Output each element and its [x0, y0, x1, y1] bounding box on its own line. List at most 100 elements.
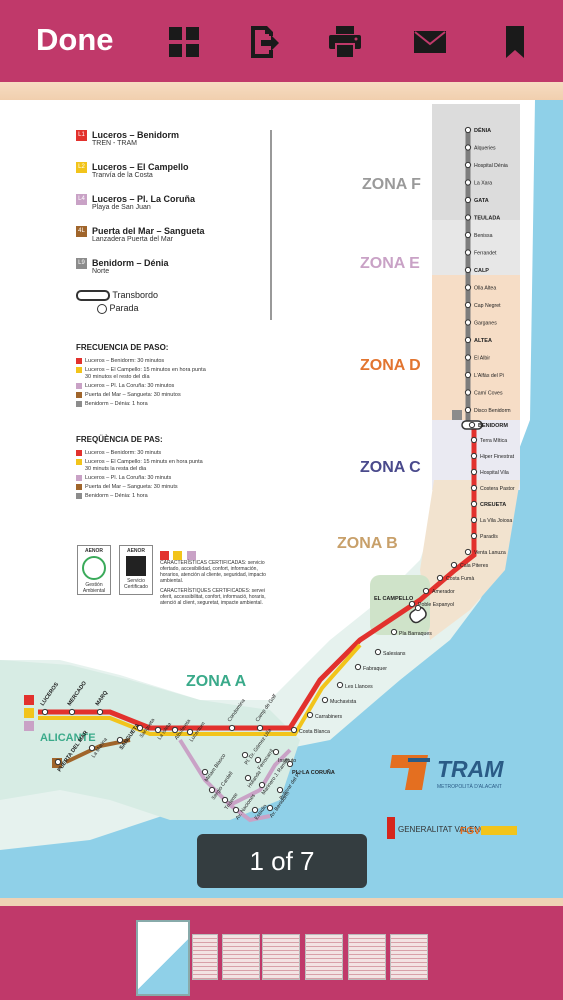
station-label: EL CAMPELLO — [374, 596, 414, 602]
station-label: L'Alfàs del Pi — [474, 373, 504, 379]
line-subtitle: Lanzadera Puerta del Mar — [92, 236, 173, 243]
line-badge: L9 — [76, 258, 87, 269]
station-label: Costa Fumà — [446, 576, 474, 582]
station-dot — [390, 628, 398, 636]
station-label: Ferrandet — [474, 251, 497, 257]
station-label: Costa Blanca — [299, 729, 330, 735]
legend: L1 Luceros – Benidorm TREN - TRAM L2 Luceros… — [76, 130, 266, 290]
station-label: TEULADA — [474, 216, 500, 222]
print-icon[interactable] — [327, 24, 363, 60]
station-label: CALP — [474, 268, 489, 274]
station-label: GATA — [474, 198, 489, 204]
page-indicator: 1 of 7 — [197, 834, 367, 888]
station-label: Garganes — [474, 321, 497, 327]
transbordo-row: Transbordo — [76, 290, 159, 302]
station-dot — [422, 587, 430, 595]
frequency-title: FRECUENCIA DE PASO: — [76, 343, 169, 352]
station-dot — [470, 532, 478, 540]
line-subtitle: Tranvía de la Costa — [92, 172, 153, 179]
station-dot — [464, 231, 472, 239]
done-button[interactable]: Done — [36, 22, 114, 58]
document-page[interactable]: ZONA F ZONA E ZONA D ZONA C ZONA B ZONA … — [0, 100, 563, 898]
frequency-item: Puerta del Mar – Sangueta: 30 minutos — [76, 392, 271, 399]
line-badge: L1 — [76, 130, 87, 141]
station-dot — [464, 214, 472, 221]
station-dot — [470, 436, 478, 444]
station-dot — [464, 354, 472, 361]
frequency-item: Benidorm – Dénia: 1 hora — [76, 493, 271, 500]
station-dot — [336, 681, 344, 689]
station-dot — [290, 726, 298, 734]
station-dot — [464, 389, 472, 396]
station-label: Costera Pastor — [480, 486, 515, 492]
station-dot — [272, 748, 280, 756]
station-dot — [374, 648, 382, 656]
station-dot — [468, 421, 476, 429]
brand-subtitle: METROPOLITÀ D'ALACANT — [437, 783, 502, 790]
page-thumbnail[interactable] — [348, 934, 386, 980]
bookmark-icon[interactable] — [497, 24, 533, 60]
frequency-item: Luceros – Pl. La Coruña: 30 minutos — [76, 383, 271, 390]
zone-c-label: ZONA C — [360, 459, 421, 476]
station-label: Disco Benidorm — [474, 408, 511, 414]
frequency-title: FREQÜÈNCIA DE PAS: — [76, 435, 163, 444]
page-thumbnail[interactable] — [390, 934, 428, 980]
legend-line-row: L4 Luceros – Pl. La Coruña Playa de San Ju… — [76, 194, 266, 226]
cert-text-val: CARACTERÍSTIQUES CERTIFICADES: servei of… — [160, 588, 266, 606]
aenor-2-sub: Servicio Certificado — [124, 578, 148, 590]
station-label: DÉNIA — [474, 126, 491, 134]
station-label: Hiper Finestrat — [480, 454, 515, 460]
station-dot — [464, 301, 472, 309]
legend-line-row: L2 Luceros – El Campello Tranvía de la Cos… — [76, 162, 266, 194]
station-dot — [228, 724, 236, 732]
station-dot — [470, 516, 478, 524]
line-subtitle: Playa de San Juan — [92, 204, 151, 211]
station-label: Alqueries — [474, 146, 496, 152]
station-label: Benissa — [474, 233, 493, 239]
page-thumbnail[interactable] — [305, 934, 343, 980]
line-subtitle: Norte — [92, 268, 110, 275]
station-label: Salesians — [383, 651, 406, 657]
page-thumbnail[interactable] — [262, 934, 300, 980]
frequency-item: Luceros – El Campello: 15 minutos en hor… — [76, 367, 271, 381]
aenor-badge-2: AENOR Servicio Certificado — [119, 545, 153, 595]
export-icon[interactable] — [245, 24, 281, 60]
station-label: ALTEA — [474, 338, 492, 344]
station-label: BENIDORM — [478, 423, 508, 429]
station-dot — [470, 468, 478, 476]
station-label: El Albir — [474, 356, 490, 362]
station-dot — [464, 196, 472, 204]
aenor-badge-1: AENOR Gestión Ambiental — [77, 545, 111, 595]
line-title: Puerta del Mar – Sangueta — [92, 226, 205, 236]
zone-d-label: ZONA D — [360, 357, 421, 374]
station-dot — [464, 284, 472, 291]
station-dot — [464, 371, 472, 379]
legend-line-row: L9 Benidorm – Dénia Norte — [76, 258, 266, 290]
top-toolbar: Done — [0, 0, 563, 82]
station-label: Olla Altea — [474, 286, 496, 292]
station-label: Hospital Vila — [480, 470, 509, 476]
line-title: Luceros – El Campello — [92, 162, 189, 172]
station-dot — [96, 708, 104, 716]
station-label: Camí Coves — [474, 391, 503, 397]
station-dot — [321, 696, 329, 704]
station-dot — [464, 266, 472, 274]
frequency-item: Luceros – El Campello: 15 minuts en hora… — [76, 459, 271, 473]
station-dot — [464, 319, 472, 326]
station-dot — [41, 708, 49, 716]
mail-icon[interactable] — [412, 24, 448, 60]
station-dot — [470, 452, 478, 460]
station-dot — [470, 484, 478, 492]
station-dot — [464, 126, 472, 134]
station-dot — [306, 711, 314, 719]
zone-e-label: ZONA E — [360, 255, 420, 272]
grid-icon[interactable] — [166, 24, 202, 60]
page-thumbnail[interactable] — [222, 934, 260, 980]
transbordo-label: Transbordo — [112, 290, 159, 300]
frequency-item: Benidorm – Dénia: 1 hora — [76, 401, 271, 408]
station-dot — [414, 604, 422, 612]
station-dot — [464, 336, 472, 344]
page-thumbnail[interactable] — [136, 920, 190, 996]
page-thumbnail[interactable] — [192, 934, 218, 980]
station-dot — [470, 500, 478, 508]
